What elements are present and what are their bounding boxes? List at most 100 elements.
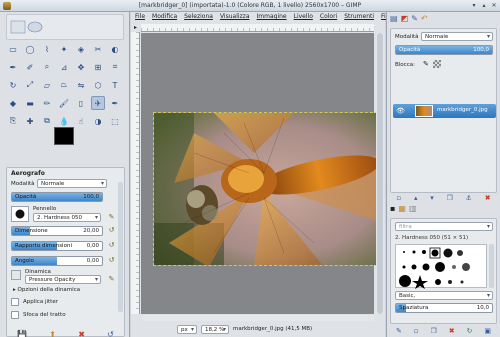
- menu-file[interactable]: File: [135, 12, 145, 22]
- paths-tool-icon[interactable]: ✒: [6, 60, 20, 74]
- text-tool-icon[interactable]: T: [108, 78, 122, 92]
- image-canvas[interactable]: [153, 112, 383, 266]
- canvas-vertical-scrollbar[interactable]: [376, 33, 384, 314]
- mode-combo[interactable]: Normale: [37, 179, 107, 188]
- dodge-burn-tool-icon[interactable]: ◑: [91, 114, 105, 128]
- brush-filter-field[interactable]: filtra: [395, 222, 493, 231]
- new-layer-icon[interactable]: ▫: [396, 194, 401, 202]
- color-picker-tool-icon[interactable]: ✐: [23, 60, 37, 74]
- smooth-checkbox[interactable]: [11, 311, 19, 319]
- free-select-tool-icon[interactable]: ⌇: [40, 42, 54, 56]
- maximize-button[interactable]: ▴: [480, 2, 488, 10]
- dynamics-edit-icon[interactable]: ✎: [107, 275, 116, 284]
- brush-tag-field[interactable]: Basic,: [395, 291, 493, 300]
- menu-modifica[interactable]: Modifica: [152, 12, 177, 22]
- bucket-fill-tool-icon[interactable]: ◆: [6, 96, 20, 110]
- lower-layer-icon[interactable]: ▾: [430, 194, 434, 202]
- lock-pixels-icon[interactable]: ✎: [423, 60, 429, 68]
- tab-patterns-icon[interactable]: ▦: [398, 204, 406, 216]
- brush-edit-icon[interactable]: ✎: [107, 213, 116, 222]
- align-tool-icon[interactable]: ⊞: [91, 60, 105, 74]
- close-button[interactable]: ✕: [490, 2, 498, 10]
- tab-layers-icon[interactable]: ▤: [390, 14, 398, 26]
- rect-select-tool-icon[interactable]: ▭: [6, 42, 20, 56]
- raise-layer-icon[interactable]: ▴: [414, 194, 418, 202]
- size-slider[interactable]: Dimensione 20,00: [11, 226, 103, 236]
- reset-options-icon[interactable]: ↺: [107, 330, 114, 337]
- brush-grid[interactable]: [395, 244, 487, 289]
- angle-reset-icon[interactable]: ↺: [107, 256, 116, 265]
- anchor-layer-icon[interactable]: ⚓: [466, 194, 472, 202]
- flip-tool-icon[interactable]: ⇋: [74, 78, 88, 92]
- delete-brush-icon[interactable]: ✖: [449, 327, 455, 335]
- layers-opacity-slider[interactable]: Opacità 100,0: [395, 45, 493, 55]
- layer-row[interactable]: 👁 markbridger_0.jpg: [393, 104, 496, 118]
- tab-brushes-icon[interactable]: ▪: [390, 204, 395, 216]
- pencil-tool-icon[interactable]: ✏: [40, 96, 54, 110]
- edit-brush-icon[interactable]: ✎: [396, 327, 402, 335]
- cage-tool-icon[interactable]: ⬡: [91, 78, 105, 92]
- scissors-tool-icon[interactable]: ✂: [91, 42, 105, 56]
- paintbrush-tool-icon[interactable]: 🖌: [57, 96, 71, 110]
- foreground-select-tool-icon[interactable]: ◐: [108, 42, 122, 56]
- menu-seleziona[interactable]: Seleziona: [184, 12, 213, 22]
- brush-preview[interactable]: [11, 206, 29, 222]
- zoom-tool-icon[interactable]: ⌕: [40, 60, 54, 74]
- lock-alpha-icon[interactable]: [433, 60, 441, 68]
- aspect-reset-icon[interactable]: ↺: [107, 241, 116, 250]
- delete-layer-icon[interactable]: ✖: [485, 194, 491, 202]
- canvas-horizontal-scrollbar[interactable]: [141, 315, 374, 321]
- clone-tool-icon[interactable]: ⎘: [6, 114, 20, 128]
- fuzzy-select-tool-icon[interactable]: ✦: [57, 42, 71, 56]
- restore-options-icon[interactable]: ⬆: [49, 330, 56, 337]
- visibility-eye-icon[interactable]: 👁: [396, 107, 405, 115]
- dynamics-icon[interactable]: [11, 270, 21, 280]
- size-reset-icon[interactable]: ↺: [107, 226, 116, 235]
- brush-name-field[interactable]: 2. Hardness 050: [33, 213, 101, 222]
- layers-mode-combo[interactable]: Normale: [421, 32, 493, 41]
- blend-tool-icon[interactable]: ▬: [23, 96, 37, 110]
- perspective-tool-icon[interactable]: ⏢: [57, 78, 71, 92]
- refresh-brushes-icon[interactable]: ↻: [467, 327, 473, 335]
- opacity-slider[interactable]: Opacità 100,0: [11, 192, 103, 202]
- tab-channels-icon[interactable]: ◩: [401, 14, 409, 26]
- menu-visualizza[interactable]: Visualizza: [220, 12, 250, 22]
- brush-as-image-icon[interactable]: ▣: [484, 327, 491, 335]
- measure-tool-icon[interactable]: ⊿: [57, 60, 71, 74]
- aspect-ratio-slider[interactable]: Rapporto dimensioni 0,00: [11, 241, 103, 251]
- foreground-color-swatch[interactable]: [54, 127, 74, 145]
- by-color-select-tool-icon[interactable]: ◈: [74, 42, 88, 56]
- menu-immagine[interactable]: Immagine: [257, 12, 287, 22]
- horizontal-ruler[interactable]: [141, 24, 374, 32]
- spacing-slider[interactable]: Spaziatura 10,0: [395, 303, 493, 313]
- smudge-tool-icon[interactable]: ☝: [74, 114, 88, 128]
- eraser-tool-icon[interactable]: ▯: [74, 96, 88, 110]
- angle-slider[interactable]: Angolo 0,00: [11, 256, 103, 266]
- tab-gradients-icon[interactable]: ▥: [409, 204, 417, 216]
- minimize-button[interactable]: ▾: [470, 2, 478, 10]
- tab-undo-icon[interactable]: ↶: [421, 14, 428, 26]
- duplicate-brush-icon[interactable]: ❐: [431, 327, 437, 335]
- quick-mask-corner-icon[interactable]: ▸: [131, 24, 140, 32]
- jitter-checkbox[interactable]: [11, 298, 19, 306]
- menu-colori[interactable]: Colori: [320, 12, 337, 22]
- canvas-vscroll-thumb[interactable]: [377, 33, 383, 314]
- dynamics-options-expander[interactable]: ▸ Opzioni della dinamica: [13, 285, 80, 295]
- airbrush-tool-icon[interactable]: ✈: [91, 96, 105, 110]
- unit-combo[interactable]: px: [177, 325, 197, 334]
- vertical-ruler[interactable]: [131, 32, 140, 314]
- shear-tool-icon[interactable]: ▱: [40, 78, 54, 92]
- heal-tool-icon[interactable]: ✚: [23, 114, 37, 128]
- menu-strumenti[interactable]: Strumenti: [344, 12, 374, 22]
- move-tool-icon[interactable]: ✥: [74, 60, 88, 74]
- ink-tool-icon[interactable]: ✒: [108, 96, 122, 110]
- new-brush-icon[interactable]: ▫: [414, 327, 419, 335]
- crop-tool-icon[interactable]: ⌗: [108, 60, 122, 74]
- ellipse-select-tool-icon[interactable]: ◯: [23, 42, 37, 56]
- dynamics-field[interactable]: Pressure Opacity: [25, 275, 101, 284]
- brush-grid-scrollbar[interactable]: [489, 244, 494, 288]
- fg-bg-color-area[interactable]: [54, 127, 94, 155]
- perspective-clone-tool-icon[interactable]: ⧉: [40, 114, 54, 128]
- tab-paths-icon[interactable]: ✎: [411, 14, 418, 26]
- rotate-tool-icon[interactable]: ↻: [6, 78, 20, 92]
